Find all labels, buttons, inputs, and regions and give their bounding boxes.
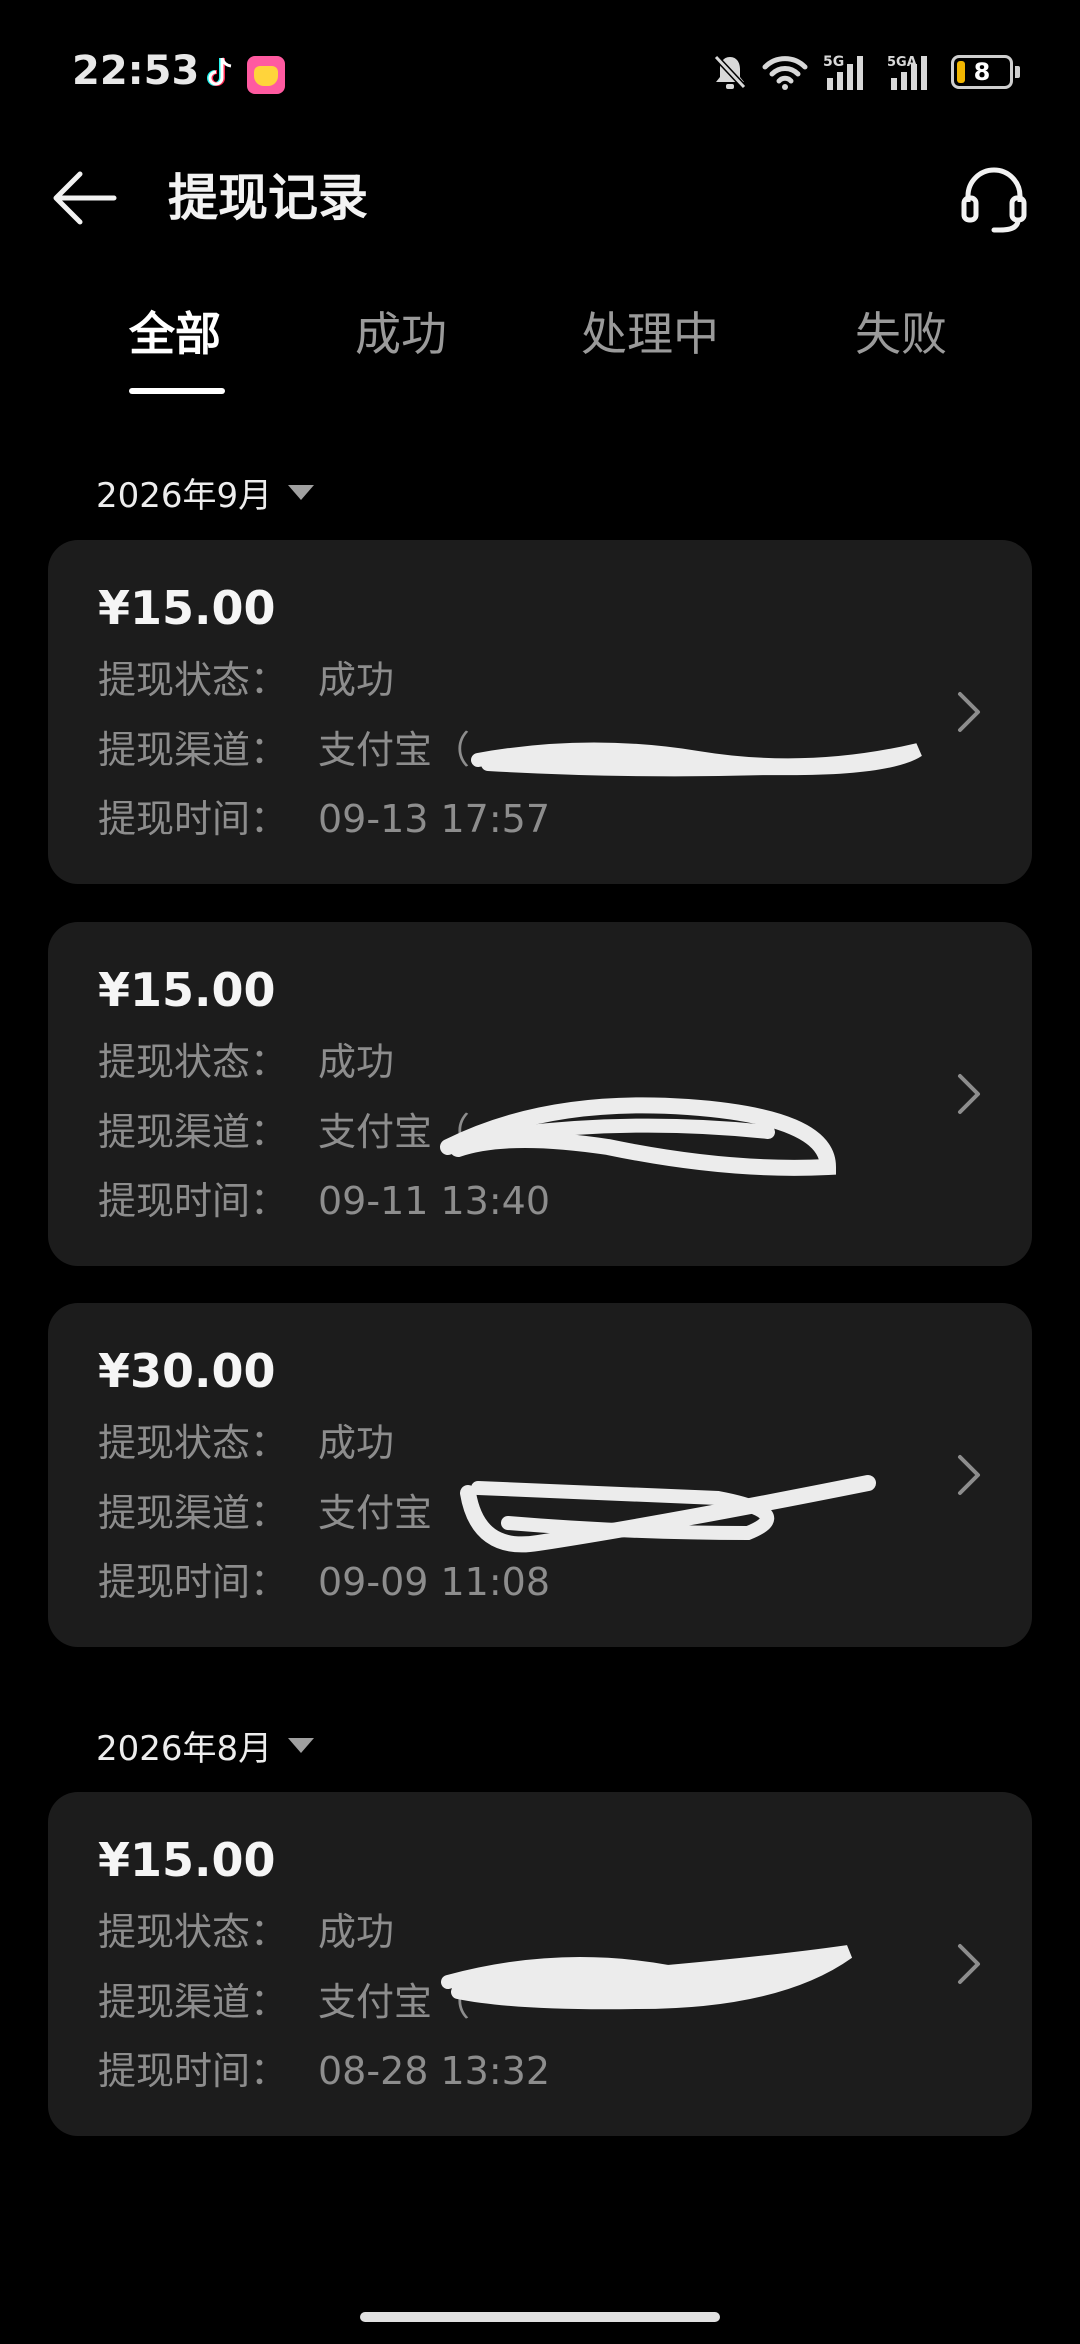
chevron-right-icon bbox=[958, 1944, 980, 1984]
channel-value: 支付宝（ bbox=[318, 1110, 471, 1154]
caret-down-icon bbox=[288, 485, 315, 500]
record-status-row: 提现状态： 成功 bbox=[98, 655, 394, 705]
arrow-left-icon[interactable] bbox=[50, 168, 120, 228]
channel-label: 提现渠道： bbox=[98, 1980, 289, 2024]
channel-label: 提现渠道： bbox=[98, 1491, 289, 1535]
page-title: 提现记录 bbox=[168, 169, 368, 227]
withdrawal-record-card[interactable]: ¥15.00 提现状态： 成功 提现渠道： 支付宝（ 提现时间： 09-11 13:4… bbox=[48, 922, 1032, 1266]
app-icon bbox=[247, 56, 285, 94]
status-value: 成功 bbox=[318, 1421, 395, 1465]
time-label: 提现时间： bbox=[98, 1179, 289, 1223]
tab-active-indicator bbox=[129, 388, 225, 394]
tab-all[interactable]: 全部 bbox=[129, 304, 221, 364]
redaction-scribble bbox=[471, 742, 922, 777]
status-label: 提现状态： bbox=[98, 658, 289, 702]
withdrawal-record-card[interactable]: ¥15.00 提现状态： 成功 提现渠道： 支付宝（ 提现时间： 08-28 13:3… bbox=[48, 1792, 1032, 2136]
record-time-row: 提现时间： 09-09 11:08 bbox=[98, 1557, 550, 1607]
record-channel-row: 提现渠道： 支付宝（ bbox=[98, 1107, 470, 1157]
headset-icon[interactable] bbox=[958, 162, 1030, 234]
record-amount: ¥30.00 bbox=[98, 1344, 276, 1398]
status-label: 提现状态： bbox=[98, 1040, 289, 1084]
record-channel-row: 提现渠道： 支付宝 bbox=[98, 1488, 432, 1538]
home-indicator[interactable] bbox=[360, 2312, 720, 2322]
record-amount: ¥15.00 bbox=[98, 963, 276, 1017]
tab-failed[interactable]: 失败 bbox=[855, 304, 947, 364]
time-value: 09-13 17:57 bbox=[318, 797, 551, 841]
status-time: 22:53 bbox=[72, 48, 200, 94]
record-time-row: 提现时间： 08-28 13:32 bbox=[98, 2046, 550, 2096]
status-label: 提现状态： bbox=[98, 1910, 289, 1954]
svg-text:5G: 5G bbox=[823, 54, 844, 70]
time-label: 提现时间： bbox=[98, 2049, 289, 2093]
record-amount: ¥15.00 bbox=[98, 1833, 276, 1887]
status-value: 成功 bbox=[318, 1910, 395, 1954]
redaction-scribble bbox=[460, 1475, 876, 1553]
time-value: 09-11 13:40 bbox=[318, 1179, 551, 1223]
chevron-right-icon bbox=[958, 692, 980, 732]
month-label: 2026年8月 bbox=[96, 1729, 273, 1769]
record-status-row: 提现状态： 成功 bbox=[98, 1418, 394, 1468]
chevron-right-icon bbox=[958, 1074, 980, 1114]
status-value: 成功 bbox=[318, 1040, 395, 1084]
withdrawal-record-card[interactable]: ¥30.00 提现状态： 成功 提现渠道： 支付宝 提现时间： 09-09 11:08 bbox=[48, 1303, 1032, 1647]
record-amount: ¥15.00 bbox=[98, 581, 276, 635]
channel-value: 支付宝 bbox=[318, 1491, 433, 1535]
channel-label: 提现渠道： bbox=[98, 728, 289, 772]
channel-value: 支付宝（ bbox=[318, 1980, 471, 2024]
time-label: 提现时间： bbox=[98, 1560, 289, 1604]
time-label: 提现时间： bbox=[98, 797, 289, 841]
record-time-row: 提现时间： 09-13 17:57 bbox=[98, 794, 550, 844]
channel-label: 提现渠道： bbox=[98, 1110, 289, 1154]
record-status-row: 提现状态： 成功 bbox=[98, 1907, 394, 1957]
battery-level: 8 bbox=[973, 58, 991, 86]
record-time-row: 提现时间： 09-11 13:40 bbox=[98, 1176, 550, 1226]
status-value: 成功 bbox=[318, 658, 395, 702]
signal-5g-icon: 5G bbox=[823, 54, 863, 90]
status-label: 提现状态： bbox=[98, 1421, 289, 1465]
channel-value: 支付宝（ bbox=[318, 728, 471, 772]
record-status-row: 提现状态： 成功 bbox=[98, 1037, 394, 1087]
month-label: 2026年9月 bbox=[96, 476, 273, 516]
month-selector[interactable]: 2026年9月 bbox=[96, 468, 315, 517]
time-value: 09-09 11:08 bbox=[318, 1560, 551, 1604]
record-channel-row: 提现渠道： 支付宝（ bbox=[98, 725, 470, 775]
mute-bell-icon bbox=[713, 54, 747, 90]
record-channel-row: 提现渠道： 支付宝（ bbox=[98, 1977, 470, 2027]
status-bar: 22:53 5G 5GA 8 bbox=[0, 0, 1080, 150]
wifi-icon bbox=[762, 56, 808, 90]
time-value: 08-28 13:32 bbox=[318, 2049, 551, 2093]
tiktok-icon bbox=[207, 57, 232, 86]
signal-5ga-icon: 5GA bbox=[887, 55, 927, 90]
withdrawal-record-card[interactable]: ¥15.00 提现状态： 成功 提现渠道： 支付宝（ 提现时间： 09-13 17:5… bbox=[48, 540, 1032, 884]
caret-down-icon bbox=[288, 1738, 315, 1753]
tab-success[interactable]: 成功 bbox=[355, 304, 447, 364]
redaction-scribble bbox=[440, 1097, 837, 1176]
redaction-scribble bbox=[441, 1945, 853, 2010]
tab-processing[interactable]: 处理中 bbox=[581, 304, 719, 364]
month-selector[interactable]: 2026年8月 bbox=[96, 1721, 315, 1770]
chevron-right-icon bbox=[958, 1455, 980, 1495]
battery-icon: 8 bbox=[951, 55, 1013, 89]
